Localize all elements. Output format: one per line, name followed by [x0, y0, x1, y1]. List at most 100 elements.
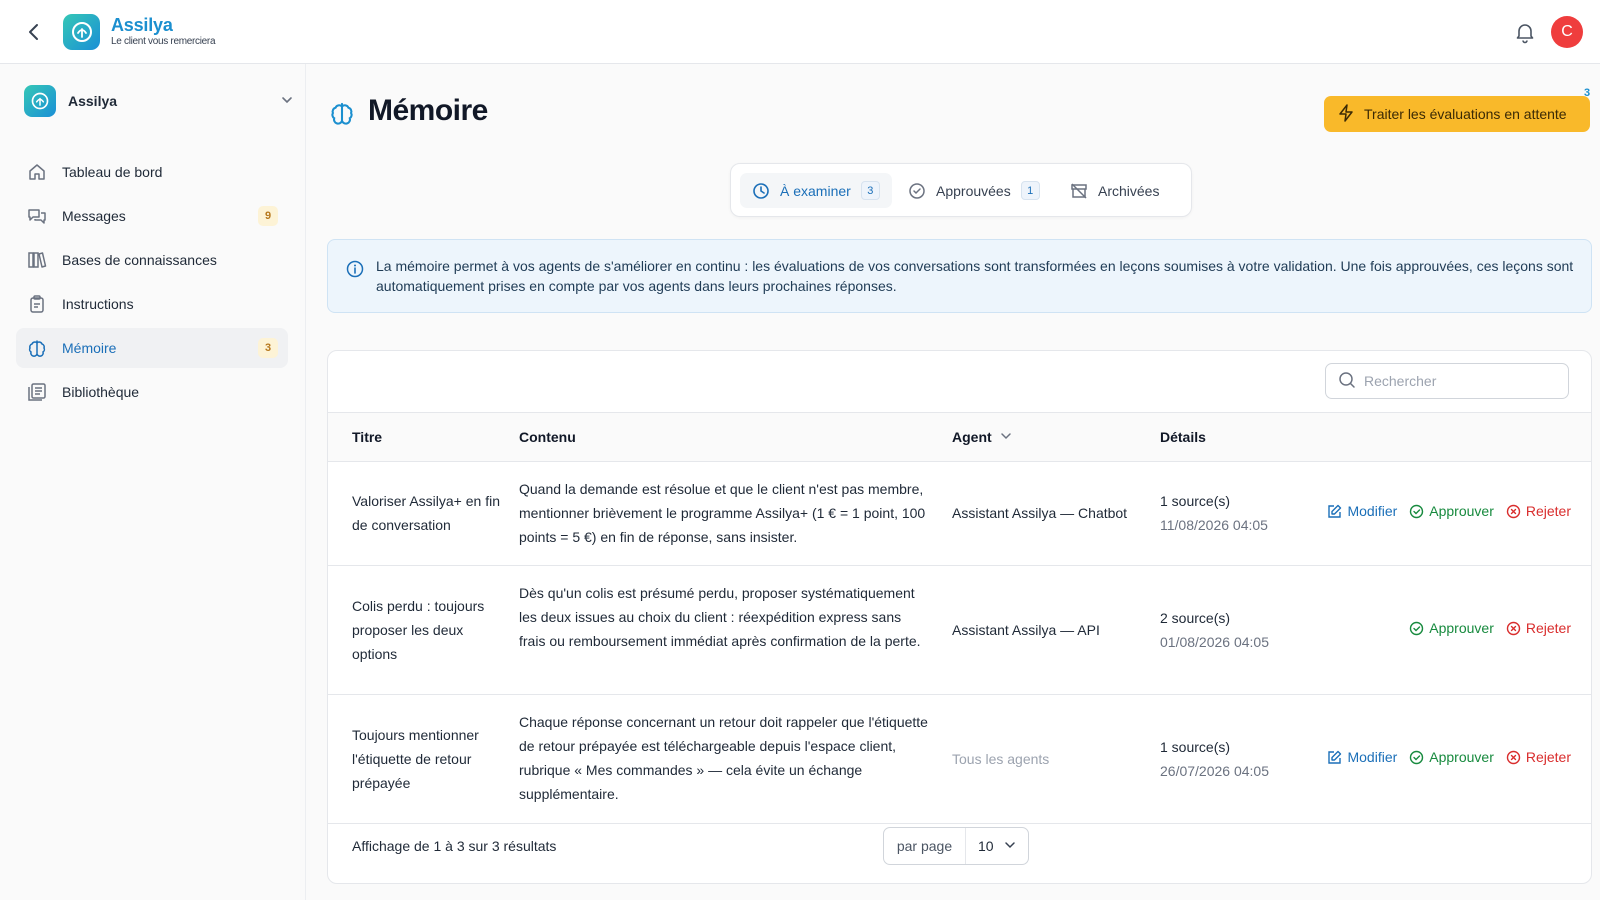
top-bar: Assilya Le client vous remerciera C	[0, 0, 1600, 64]
search-box[interactable]	[1325, 363, 1569, 399]
lesson-content: Quand la demande est résolue et que le c…	[519, 481, 926, 545]
per-page-control: par page 10	[883, 827, 1029, 865]
tab-count-badge: 1	[1020, 181, 1040, 200]
pending-count-badge: 3	[1584, 87, 1591, 99]
sources-count: 1 source(s)	[1160, 493, 1231, 509]
lesson-details: 1 source(s) 26/07/2026 04:05	[1160, 735, 1290, 783]
info-text: La mémoire permet à vos agents de s'amél…	[376, 258, 1574, 294]
clock-icon	[752, 182, 770, 200]
lesson-title: Valoriser Assilya+ en fin de conversatio…	[352, 493, 500, 533]
approve-label: Approuver	[1429, 749, 1494, 765]
sidebar-item-library[interactable]: Bibliothèque	[16, 372, 288, 412]
chevron-down-icon	[1004, 838, 1016, 854]
lesson-date: 01/08/2026 04:05	[1160, 634, 1269, 650]
user-avatar[interactable]: C	[1551, 16, 1583, 48]
table-header: Titre Contenu Agent Détails	[328, 412, 1591, 462]
clipboard-icon	[26, 293, 48, 315]
chevron-down-icon	[1000, 429, 1012, 445]
sidebar-item-messages[interactable]: Messages 9	[16, 196, 288, 236]
table-row: Toujours mentionner l'étiquette de retou…	[328, 695, 1591, 824]
column-header-agent[interactable]: Agent	[952, 429, 1012, 445]
info-banner: La mémoire permet à vos agents de s'amél…	[327, 239, 1592, 313]
approve-button[interactable]: Approuver	[1409, 749, 1494, 765]
brand-tagline: Le client vous remerciera	[111, 36, 216, 47]
reject-button[interactable]: Rejeter	[1506, 749, 1571, 765]
sidebar-item-label: Bibliothèque	[62, 384, 140, 400]
edit-label: Modifier	[1347, 503, 1398, 519]
lesson-date: 11/08/2026 04:05	[1160, 517, 1268, 533]
sidebar-item-label: Tableau de bord	[62, 164, 163, 180]
workspace-switcher[interactable]: Assilya	[24, 83, 294, 119]
brand-name: Assilya	[111, 15, 173, 35]
edit-button[interactable]: Modifier	[1327, 503, 1397, 519]
sidebar-item-label: Mémoire	[62, 340, 117, 356]
tab-to-review[interactable]: À examiner 3	[740, 173, 892, 208]
row-actions: Modifier Approuver Rejeter	[1315, 503, 1571, 519]
sidebar-item-label: Messages	[62, 208, 126, 224]
reject-label: Rejeter	[1525, 620, 1571, 636]
per-page-select[interactable]: 10	[966, 838, 1028, 854]
lesson-agent: Assistant Assilya — API	[952, 622, 1100, 638]
home-icon	[26, 161, 48, 183]
lessons-table-card: Titre Contenu Agent Détails Valoriser As…	[327, 350, 1592, 884]
lesson-agent: Assistant Assilya — Chatbot	[952, 505, 1128, 521]
lesson-title: Toujours mentionner l'étiquette de retou…	[352, 727, 479, 791]
sidebar-item-knowledge-bases[interactable]: Bases de connaissances	[16, 240, 288, 280]
messages-count-badge: 9	[258, 206, 278, 226]
status-tabs: À examiner 3 Approuvées 1 Archivées	[730, 163, 1192, 217]
lesson-details: 2 source(s) 01/08/2026 04:05	[1160, 606, 1290, 654]
x-circle-icon	[1506, 504, 1521, 519]
sources-count: 1 source(s)	[1160, 739, 1231, 755]
reject-label: Rejeter	[1525, 503, 1571, 519]
search-icon	[1338, 371, 1356, 392]
table-row: Colis perdu : toujours proposer les deux…	[328, 566, 1591, 695]
books-icon	[26, 249, 48, 271]
tab-archived[interactable]: Archivées	[1058, 173, 1171, 208]
results-summary: Affichage de 1 à 3 sur 3 résultats	[352, 838, 557, 854]
x-circle-icon	[1506, 621, 1521, 636]
library-icon	[26, 381, 48, 403]
lesson-details: 1 source(s) 11/08/2026 04:05	[1160, 489, 1290, 537]
workspace-logo-icon	[24, 85, 56, 117]
tab-label: Approuvées	[936, 182, 1011, 199]
sidebar-item-label: Instructions	[62, 296, 134, 312]
edit-button[interactable]: Modifier	[1327, 749, 1397, 765]
page-title: Mémoire	[368, 94, 488, 127]
back-arrow-icon[interactable]	[22, 20, 46, 44]
lesson-date: 26/07/2026 04:05	[1160, 763, 1269, 779]
archive-off-icon	[1070, 182, 1088, 200]
approve-button[interactable]: Approuver	[1409, 503, 1494, 519]
workspace-name: Assilya	[68, 93, 118, 109]
cta-label: Traiter les évaluations en attente	[1364, 106, 1567, 122]
x-circle-icon	[1506, 750, 1521, 765]
column-header-agent-label: Agent	[952, 429, 992, 445]
search-input[interactable]	[1364, 373, 1554, 389]
process-pending-evaluations-button[interactable]: Traiter les évaluations en attente	[1324, 96, 1590, 132]
lightning-icon	[1338, 103, 1354, 125]
tab-approved[interactable]: Approuvées 1	[896, 173, 1052, 208]
column-header-details: Détails	[1160, 429, 1206, 445]
info-icon	[346, 260, 364, 278]
brain-icon	[329, 100, 355, 126]
approve-label: Approuver	[1429, 503, 1494, 519]
sidebar-item-label: Bases de connaissances	[62, 252, 217, 268]
reject-button[interactable]: Rejeter	[1506, 620, 1571, 636]
notifications-bell-icon[interactable]	[1513, 20, 1537, 44]
reject-button[interactable]: Rejeter	[1506, 503, 1571, 519]
reject-label: Rejeter	[1525, 749, 1571, 765]
sidebar-item-instructions[interactable]: Instructions	[16, 284, 288, 324]
sidebar-item-dashboard[interactable]: Tableau de bord	[16, 152, 288, 192]
lesson-content: Dès qu'un colis est présumé perdu, propo…	[519, 585, 921, 649]
table-row: Valoriser Assilya+ en fin de conversatio…	[328, 462, 1591, 566]
check-circle-icon	[1409, 750, 1424, 765]
brand-logo-icon[interactable]	[63, 14, 100, 50]
sidebar-item-memory[interactable]: Mémoire 3	[16, 328, 288, 368]
approve-button[interactable]: Approuver	[1409, 620, 1494, 636]
edit-icon	[1327, 504, 1342, 519]
check-circle-icon	[1409, 621, 1424, 636]
lesson-agent: Tous les agents	[952, 751, 1050, 767]
per-page-value: 10	[978, 838, 994, 854]
row-actions: Approuver Rejeter	[1397, 620, 1571, 636]
column-header-title: Titre	[352, 429, 383, 445]
lesson-content: Chaque réponse concernant un retour doit…	[519, 714, 928, 802]
